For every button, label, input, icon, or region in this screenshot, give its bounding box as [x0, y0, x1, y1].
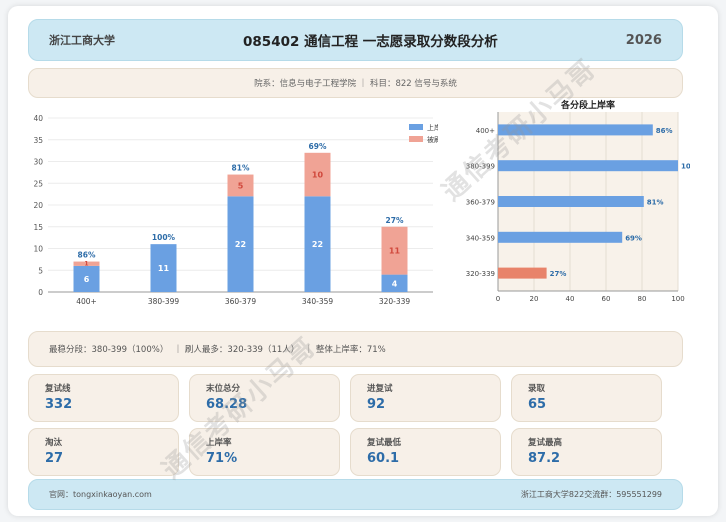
y-tick-label: 20: [33, 201, 43, 210]
y-tick-label: 35: [33, 136, 43, 145]
summary-text: 最稳分段：380-399（100%） ｜ 刷人最多：320-339（11人） ｜…: [49, 345, 386, 355]
x-tick-label: 60: [602, 295, 611, 303]
y-tick-label: 10: [33, 245, 43, 254]
stat-card-label: 复试最高: [528, 438, 563, 448]
bar-value-label: 11: [158, 264, 170, 273]
header-banner: 浙江工商大学 085402 通信工程 一志愿录取分数段分析 2026: [28, 19, 683, 61]
stat-card-label: 进复试: [367, 384, 393, 394]
y-tick-label: 0: [38, 288, 43, 297]
bar-value-label: 4: [392, 279, 398, 288]
stat-card-value: 68.28: [206, 397, 248, 412]
stat-card: 复试最低 60.1: [350, 428, 501, 476]
rate-value-label: 69%: [625, 234, 642, 242]
y-tick-label: 400+: [476, 127, 495, 135]
stat-card: 进复试 92: [350, 374, 501, 422]
y-tick-label: 25: [33, 179, 43, 188]
rate-bar: [498, 196, 644, 207]
stat-card-label: 上岸率: [206, 438, 232, 448]
stat-card-value: 60.1: [367, 451, 400, 466]
stat-card-label: 复试最低: [367, 438, 402, 448]
info-banner: 院系：信息与电子工程学院 ｜ 科目：822 信号与系统: [28, 68, 683, 98]
rate-bar: [498, 267, 547, 279]
rate-label: 86%: [78, 251, 96, 260]
bar-value-label: 11: [389, 247, 401, 256]
x-tick-label: 40: [566, 295, 575, 303]
stat-card-value: 65: [528, 397, 547, 412]
bar-value-label: 6: [84, 275, 90, 284]
stat-card-value: 87.2: [528, 451, 561, 466]
stat-card: 末位总分 68.28: [189, 374, 340, 422]
y-tick-label: 30: [33, 158, 43, 167]
x-tick-label: 360-379: [225, 297, 257, 306]
bar-value-label: 22: [235, 240, 246, 249]
stat-card-value: 27: [45, 451, 64, 466]
stat-card-label: 末位总分: [206, 384, 241, 394]
stat-card: 复试最高 87.2: [511, 428, 662, 476]
rate-bar: [498, 160, 678, 172]
legend-swatch: [409, 136, 423, 142]
footer-banner: 官网：tongxinkaoyan.com 浙江工商大学822交流群：595551…: [28, 479, 683, 510]
stat-card-value: 71%: [206, 451, 238, 466]
x-tick-label: 340-359: [302, 297, 334, 306]
rate-bar: [498, 124, 653, 136]
stat-card-value: 332: [45, 397, 73, 412]
stat-card: 录取 65: [511, 374, 662, 422]
stat-card: 复试线 332: [28, 374, 179, 422]
summary-banner: 最稳分段：380-399（100%） ｜ 刷人最多：320-339（11人） ｜…: [28, 331, 683, 367]
rate-value-label: 27%: [550, 270, 567, 278]
info-text: 院系：信息与电子工程学院 ｜ 科目：822 信号与系统: [254, 79, 457, 89]
bar-value-label: 1: [84, 261, 88, 268]
pass-rate-chart: 各分段上岸率 0 20 40 60 80 100 400+ 86% 380-399 100% 360-…: [466, 99, 690, 303]
stat-card-label: 录取: [528, 384, 546, 394]
x-tick-label: 0: [496, 295, 500, 303]
rate-label: 81%: [232, 164, 250, 173]
x-tick-label: 100: [671, 295, 684, 303]
page-title: 085402 通信工程 一志愿录取分数段分析: [243, 34, 498, 50]
y-tick-label: 5: [38, 266, 43, 275]
bar-value-label: 5: [238, 181, 244, 190]
footer-group: 浙江工商大学822交流群：595551299: [520, 490, 662, 499]
rate-label: 27%: [386, 216, 404, 225]
stat-card-label: 淘汰: [45, 438, 63, 448]
y-tick-label: 380-399: [466, 163, 495, 171]
legend-label: 上岸: [427, 123, 438, 132]
rate-value-label: 100%: [681, 163, 690, 171]
footer-website: 官网：tongxinkaoyan.com: [49, 490, 152, 499]
rate-value-label: 86%: [656, 127, 673, 135]
rate-value-label: 81%: [647, 199, 664, 207]
rate-label: 100%: [152, 233, 176, 242]
university-name: 浙江工商大学: [49, 34, 115, 47]
x-tick-label: 320-339: [379, 297, 411, 306]
stat-card: 淘汰 27: [28, 428, 179, 476]
x-tick-label: 20: [530, 295, 539, 303]
chart-title: 各分段上岸率: [560, 99, 615, 111]
y-tick-label: 340-359: [466, 234, 495, 242]
y-tick-label: 15: [33, 223, 43, 232]
stat-card-value: 92: [367, 397, 386, 412]
rate-label: 69%: [309, 142, 327, 151]
x-tick-label: 380-399: [148, 297, 180, 306]
legend-swatch: [409, 124, 423, 130]
rate-bar: [498, 231, 623, 243]
stat-card-label: 复试线: [45, 384, 71, 394]
bar-value-label: 22: [312, 240, 323, 249]
x-tick-label: 80: [638, 295, 647, 303]
stat-card: 上岸率 71%: [189, 428, 340, 476]
year-label: 2026: [625, 32, 662, 48]
y-tick-label: 320-339: [466, 270, 495, 278]
x-tick-label: 400+: [76, 297, 97, 306]
y-tick-label: 40: [33, 114, 43, 123]
bar-value-label: 10: [312, 171, 324, 180]
stacked-bar-chart: 0 5 10 15 20 25 30 35 40 6 186% 400+ 11 100% 380-399 22…: [33, 114, 438, 306]
legend-label: 被刷: [427, 135, 438, 144]
y-tick-label: 360-379: [466, 199, 495, 207]
